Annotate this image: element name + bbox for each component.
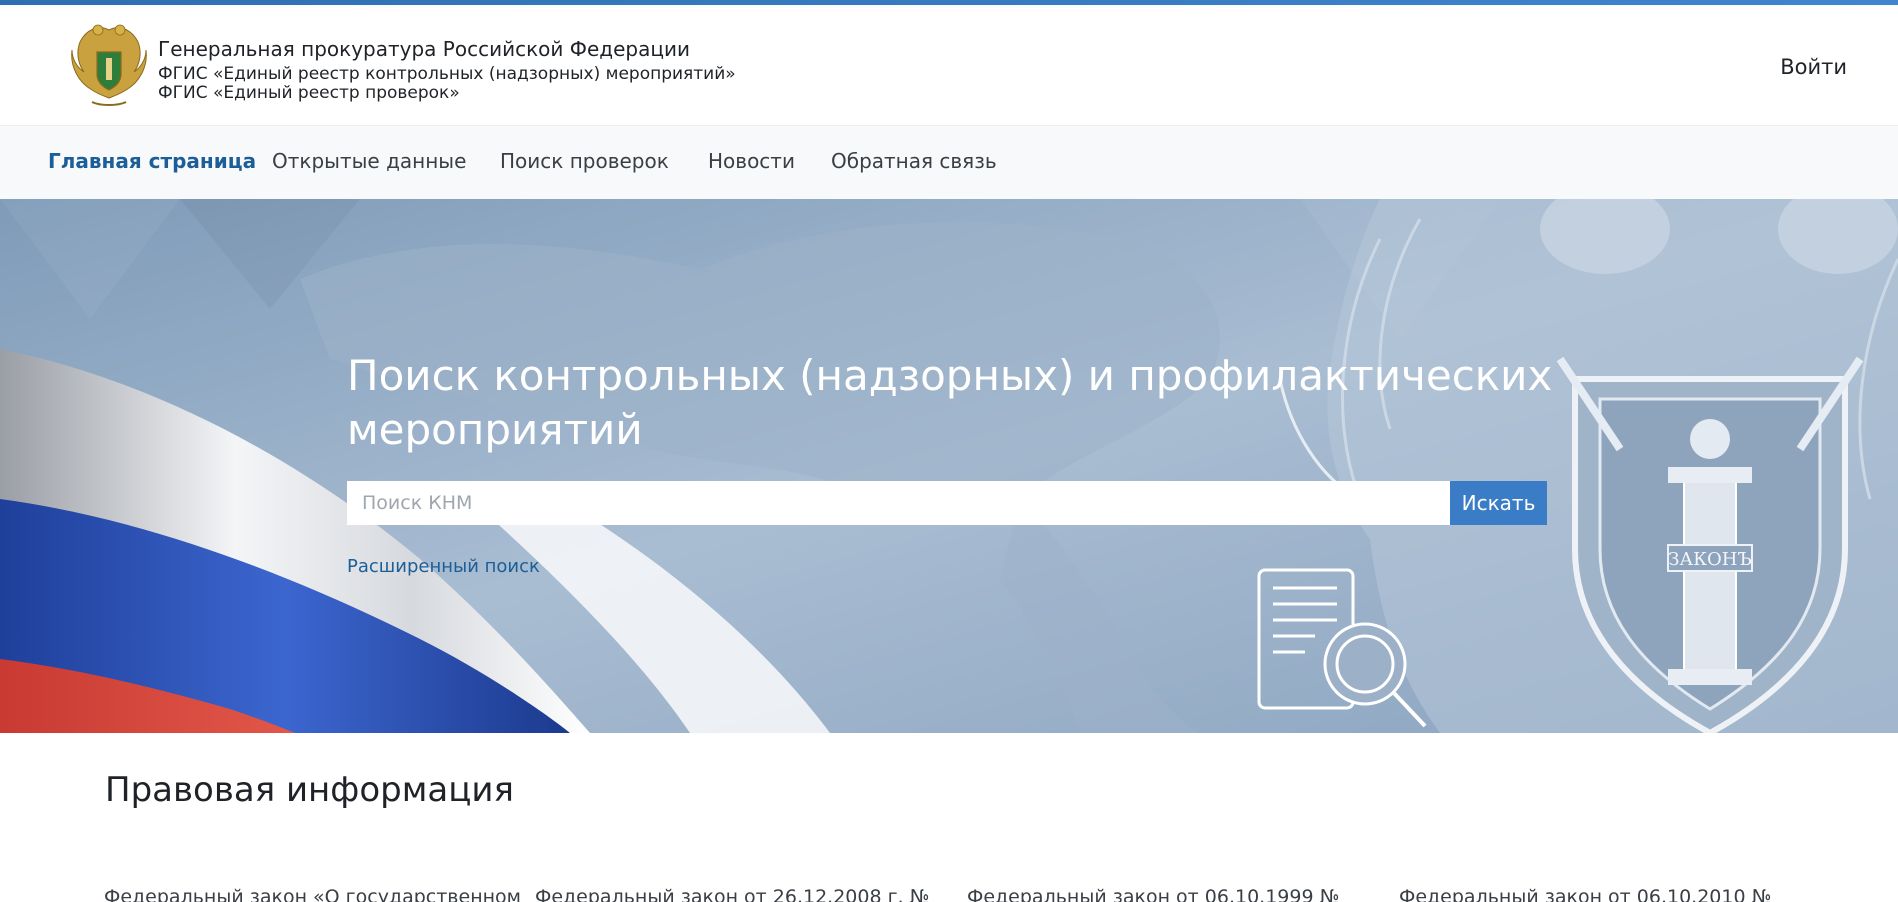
login-link[interactable]: Войти [1780, 55, 1847, 79]
double-headed-eagle-emblem-icon[interactable] [68, 20, 150, 110]
site-header: Генеральная прокуратура Российской Федер… [0, 5, 1898, 125]
knm-search-input[interactable] [347, 481, 1450, 525]
advanced-search-link[interactable]: Расширенный поиск [347, 556, 540, 577]
law-link-2[interactable]: Федеральный закон от 26.12.2008 г. № [535, 886, 929, 902]
registry-subtitle-knm: ФГИС «Единый реестр контрольных (надзорн… [158, 64, 736, 84]
registry-subtitle-inspections: ФГИС «Единый реестр проверок» [158, 83, 460, 103]
hero-banner: ЗАКОНЪ Поиск контрольных (надзорных) и п… [0, 199, 1898, 733]
nav-item-feedback[interactable]: Обратная связь [831, 149, 997, 173]
nav-item-open-data[interactable]: Открытые данные [272, 149, 466, 173]
nav-item-inspection-search[interactable]: Поиск проверок [500, 149, 669, 173]
nav-item-home[interactable]: Главная страница [48, 149, 256, 173]
shield-inscription: ЗАКОНЪ [1668, 549, 1752, 570]
search-button[interactable]: Искать [1450, 481, 1547, 525]
nav-item-news[interactable]: Новости [708, 149, 795, 173]
org-title: Генеральная прокуратура Российской Федер… [158, 37, 690, 61]
law-link-4[interactable]: Федеральный закон от 06.10.2010 № [1399, 886, 1771, 902]
law-link-3[interactable]: Федеральный закон от 06.10.1999 № [967, 886, 1339, 902]
main-navigation: Главная страница Открытые данные Поиск п… [0, 125, 1898, 199]
law-link-1[interactable]: Федеральный закон «О государственном [104, 886, 521, 902]
hero-background: ЗАКОНЪ [0, 199, 1898, 733]
hero-title: Поиск контрольных (надзорных) и профилак… [347, 351, 1553, 454]
legal-info-heading: Правовая информация [105, 770, 514, 810]
document-search-icon [1257, 568, 1427, 728]
